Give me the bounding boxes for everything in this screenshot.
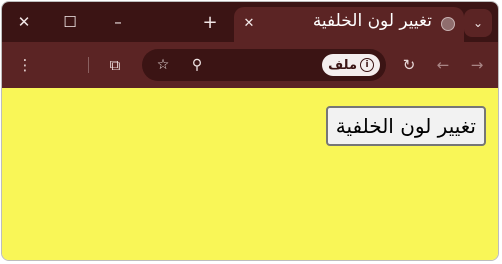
forward-button[interactable]: ← bbox=[430, 52, 456, 78]
site-info-chip[interactable]: i ملف bbox=[322, 54, 380, 76]
extensions-icon[interactable]: ⧉ bbox=[102, 52, 128, 78]
toolbar: ⋮ ⧉ ☆ ⚲ i ملف ↻ ← → bbox=[2, 42, 498, 88]
minimize-window-button[interactable]: – bbox=[104, 8, 132, 36]
reload-button[interactable]: ↻ bbox=[396, 52, 422, 78]
new-tab-button[interactable]: + bbox=[196, 8, 224, 36]
maximize-window-button[interactable]: ☐ bbox=[56, 8, 84, 36]
active-tab[interactable]: ✕ تغيير لون الخلفية bbox=[234, 7, 464, 42]
browser-window: ✕ ☐ – + ✕ تغيير لون الخلفية ⌄ ⋮ ⧉ ☆ ⚲ i … bbox=[1, 1, 499, 261]
globe-icon bbox=[441, 17, 455, 31]
tab-title: تغيير لون الخلفية bbox=[312, 11, 432, 31]
site-info-label: ملف bbox=[328, 57, 357, 73]
menu-icon[interactable]: ⋮ bbox=[12, 52, 38, 78]
zoom-icon[interactable]: ⚲ bbox=[184, 52, 210, 78]
toolbar-divider bbox=[88, 57, 89, 73]
page-content: تغيير لون الخلفية bbox=[2, 88, 498, 260]
tab-search-button[interactable]: ⌄ bbox=[464, 9, 492, 37]
change-background-button[interactable]: تغيير لون الخلفية bbox=[325, 106, 486, 146]
back-button[interactable]: → bbox=[464, 52, 490, 78]
tab-close-button[interactable]: ✕ bbox=[238, 12, 260, 34]
info-icon: i bbox=[360, 58, 374, 72]
close-window-button[interactable]: ✕ bbox=[10, 8, 38, 36]
tab-strip: ✕ ☐ – + ✕ تغيير لون الخلفية ⌄ bbox=[2, 2, 498, 42]
bookmark-star-icon[interactable]: ☆ bbox=[150, 52, 176, 78]
address-bar[interactable]: ☆ ⚲ i ملف bbox=[142, 49, 386, 81]
